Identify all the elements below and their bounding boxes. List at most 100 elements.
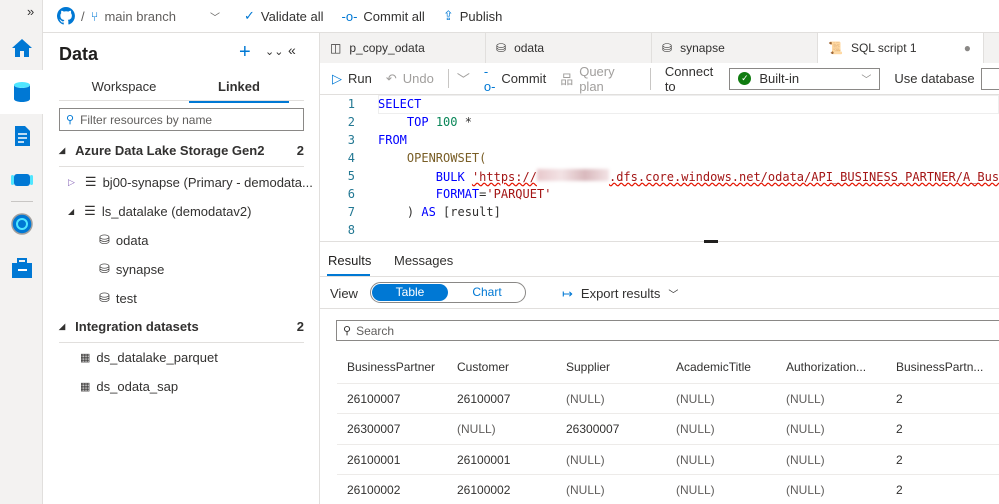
caret-expanded-icon: ◢ [68, 206, 75, 216]
chevron-down-icon: ﹀ [456, 72, 470, 87]
table-cell: 2 [896, 422, 903, 437]
table-cell: 26100001 [347, 452, 401, 467]
unsaved-dot-icon[interactable]: ● [964, 41, 971, 55]
column-header[interactable]: Supplier [566, 360, 610, 374]
add-icon[interactable]: + [239, 41, 251, 64]
table-icon: ▦ [80, 351, 91, 364]
rail-item-data-active[interactable] [0, 70, 43, 114]
container-test[interactable]: ⛁ test [99, 289, 344, 307]
code-line-4: OPENROWSET( [406, 151, 487, 165]
validate-all-button[interactable]: ✓ Validate all [244, 8, 324, 24]
code-line-1: SELECT [378, 97, 422, 111]
expand-rail-button[interactable]: » [27, 4, 34, 19]
row-divider [337, 383, 999, 384]
manage-icon[interactable] [10, 256, 34, 280]
pipeline-icon: ◫ [330, 41, 342, 55]
branch-selector[interactable]: main branch [104, 9, 176, 24]
line-number: 6 [347, 187, 355, 201]
tab-linked[interactable]: Linked [189, 79, 289, 103]
branch-icon: ⑂ [90, 8, 99, 24]
search-icon: ⚲ [66, 114, 75, 126]
chevron-down-icon[interactable]: ﹀ [210, 9, 220, 24]
develop-icon[interactable] [10, 124, 34, 148]
table-cell: (NULL) [786, 422, 825, 437]
column-header[interactable]: Customer [457, 360, 509, 374]
search-icon: ⚲ [343, 325, 352, 337]
container-icon: ⛁ [99, 290, 110, 305]
splitter[interactable] [320, 241, 999, 242]
dataset-ds-datalake-parquet[interactable]: ▦ ds_datalake_parquet [80, 348, 325, 366]
column-header[interactable]: BusinessPartn... [896, 360, 983, 374]
table-cell: (NULL) [786, 452, 825, 467]
view-chart-option[interactable]: Chart [449, 284, 525, 301]
table-cell: 2 [896, 452, 903, 467]
splitter-handle[interactable] [704, 240, 718, 243]
row-divider [337, 413, 999, 415]
connect-to-label: Connect to [664, 63, 714, 94]
home-icon[interactable] [10, 36, 34, 60]
panel-title: Data [59, 44, 99, 64]
table-cell: (NULL) [786, 482, 825, 497]
container-icon: ⛁ [99, 261, 110, 276]
undo-button[interactable]: ↶ Undo [386, 71, 434, 87]
commit-icon: -o- [483, 63, 496, 94]
tab-results[interactable]: Results [328, 253, 371, 268]
export-results-button[interactable]: ↦ Export results ﹀ [562, 286, 678, 302]
query-plan-button[interactable]: 品 Query plan [560, 64, 636, 94]
run-button[interactable]: ▷ Run [332, 71, 372, 87]
tab-p-copy-odata[interactable]: ◫ p_copy_odata [320, 33, 486, 63]
code-editor[interactable]: 1 2 3 4 5 6 7 8 SELECT TOP 100 * FROM OP… [320, 95, 999, 241]
filter-input[interactable]: ⚲ Filter resources by name [59, 108, 304, 131]
dataset-ds-odata-sap[interactable]: ▦ ds_odata_sap [80, 377, 325, 395]
tree-item-ls-datalake[interactable]: ◢ ☰ ls_datalake (demodatav2) [68, 202, 313, 220]
commit-button[interactable]: -o- Commit [484, 64, 546, 94]
query-plan-icon: 品 [560, 72, 574, 87]
line-number: 1 [347, 97, 355, 111]
tab-messages[interactable]: Messages [394, 253, 453, 268]
table-cell: (NULL) [676, 422, 715, 437]
column-header[interactable]: Authorization... [786, 360, 866, 374]
undo-dropdown[interactable]: ﹀ [447, 69, 470, 88]
tab-workspace[interactable]: Workspace [59, 79, 189, 94]
monitor-icon[interactable] [10, 212, 34, 236]
database-select[interactable] [980, 67, 999, 90]
tab-odata[interactable]: ⛁ odata [486, 33, 652, 63]
tab-sql-script-1[interactable]: 📜 SQL script 1 ● [818, 33, 984, 63]
view-table-option[interactable]: Table [372, 284, 448, 301]
table-cell: (NULL) [566, 482, 605, 497]
section-adls[interactable]: ◢ Azure Data Lake Storage Gen2 2 [59, 143, 304, 167]
play-icon: ▷ [332, 70, 342, 86]
caret-expanded-icon: ◢ [59, 146, 66, 155]
view-toggle[interactable]: Table Chart [370, 282, 526, 303]
commit-all-button[interactable]: -o- Commit all [342, 9, 425, 24]
tab-synapse[interactable]: ⛁ synapse [652, 33, 818, 63]
column-header[interactable]: AcademicTitle [676, 360, 751, 374]
table-cell: (NULL) [566, 392, 605, 406]
toolbar-divider [649, 67, 651, 90]
container-icon: ⛁ [99, 232, 110, 247]
export-icon: ↦ [562, 286, 573, 301]
collapse-all-icon[interactable]: ⌄⌄ [265, 45, 283, 58]
container-odata[interactable]: ⛁ odata [99, 231, 344, 249]
connection-select[interactable]: ✓ Built-in ﹀ [729, 67, 881, 90]
data-panel: Data + ⌄⌄ « Workspace Linked ⚲ Filter re… [43, 33, 320, 504]
table-cell: (NULL) [457, 422, 496, 437]
collapse-panel-icon[interactable]: « [288, 42, 296, 58]
tree-item-bj00-synapse[interactable]: ▷ ☰ bj00-synapse (Primary - demodata... [68, 173, 313, 191]
rail-divider [11, 201, 33, 202]
container-synapse[interactable]: ⛁ synapse [99, 260, 344, 278]
table-cell: (NULL) [676, 452, 715, 467]
container-icon: ⛁ [662, 41, 673, 55]
undo-icon: ↶ [385, 70, 397, 86]
code-line-3: FROM [378, 133, 407, 147]
section-integration-datasets[interactable]: ◢ Integration datasets 2 [59, 319, 304, 343]
divider [320, 308, 999, 309]
integrate-icon[interactable] [10, 168, 34, 192]
redacted-account [536, 169, 609, 181]
publish-button[interactable]: ⇪ Publish [443, 8, 503, 24]
container-icon: ⛁ [496, 41, 507, 55]
line-number: 8 [347, 223, 355, 237]
results-search-input[interactable]: ⚲ Search [336, 320, 999, 341]
storage-icon: ☰ [84, 203, 96, 218]
column-header[interactable]: BusinessPartner [347, 360, 435, 374]
